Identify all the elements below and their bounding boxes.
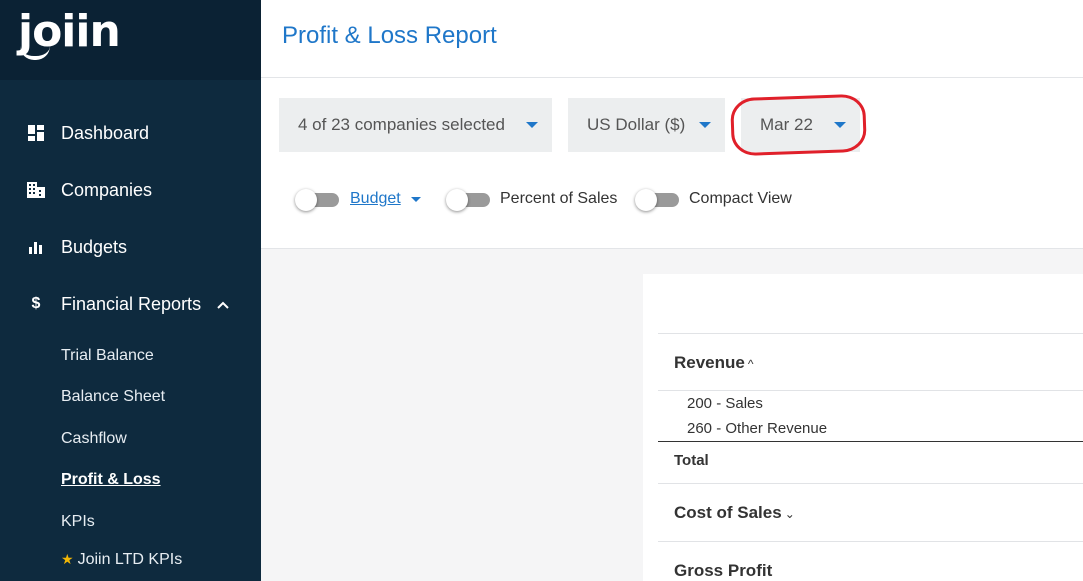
toggle-knob	[635, 189, 657, 211]
caret-down-icon	[699, 122, 711, 128]
period-select-value: Mar 22	[760, 115, 813, 134]
period-select[interactable]: Mar 22	[741, 98, 860, 152]
sidebar-subitem-trial-balance[interactable]: Trial Balance	[61, 347, 154, 365]
account-row: 260 - Other Revenue	[687, 420, 828, 437]
divider	[658, 333, 1083, 334]
logo-swoosh	[20, 46, 50, 60]
sidebar: joiin Dashboard Companies Budgets $ Fina…	[0, 0, 261, 581]
sidebar-subitem-label: Joiin LTD KPIs	[77, 551, 183, 568]
page-header: Profit & Loss Report	[261, 0, 1083, 78]
sidebar-item-budgets[interactable]: Budgets	[0, 227, 261, 267]
companies-select-value: 4 of 23 companies selected	[298, 115, 505, 134]
compact-view-label: Compact View	[689, 190, 792, 207]
account-row: 200 - Sales	[687, 395, 763, 412]
caret-down-icon	[526, 122, 538, 128]
section-title-cost-of-sales: Cost of Sales	[674, 503, 782, 522]
sidebar-subitem-kpis[interactable]: KPIs	[61, 513, 95, 531]
sidebar-item-label: Financial Reports	[61, 293, 202, 314]
companies-select[interactable]: 4 of 23 companies selected	[279, 98, 552, 152]
bar-chart-icon	[27, 238, 45, 256]
total-divider	[658, 441, 1083, 442]
divider	[658, 483, 1083, 484]
budget-toggle[interactable]	[295, 189, 339, 211]
cost-of-sales-section-toggle[interactable]: Cost of Sales ⌄	[674, 503, 795, 523]
sidebar-item-label: Dashboard	[61, 122, 150, 143]
revenue-total-label: Total	[674, 452, 709, 469]
report-card: Revenue ^ 200 - Sales 260 - Other Revenue…	[643, 274, 1083, 581]
section-title-gross-profit: Gross Profit	[674, 561, 773, 580]
toggle-knob	[446, 189, 468, 211]
sidebar-item-label: Companies	[61, 179, 153, 200]
sidebar-item-financial-reports[interactable]: $ Financial Reports	[0, 284, 261, 324]
toggle-knob	[295, 189, 317, 211]
revenue-section-toggle[interactable]: Revenue ^	[674, 353, 754, 373]
logo-area: joiin	[0, 0, 261, 80]
star-icon: ★	[61, 551, 74, 567]
dollar-icon: $	[31, 295, 41, 312]
caret-down-icon[interactable]	[411, 197, 421, 202]
chevron-up-icon	[217, 296, 229, 312]
divider	[658, 541, 1083, 542]
dashboard-icon	[27, 124, 45, 142]
sidebar-item-companies[interactable]: Companies	[0, 170, 261, 210]
compact-view-toggle[interactable]	[635, 189, 679, 211]
page-title: Profit & Loss Report	[282, 22, 497, 49]
sidebar-subitem-cashflow[interactable]: Cashflow	[61, 430, 127, 448]
sidebar-item-dashboard[interactable]: Dashboard	[0, 113, 261, 153]
divider	[658, 390, 1083, 391]
filters-panel: 4 of 23 companies selected US Dollar ($)…	[261, 78, 1083, 249]
chevron-up-icon: ^	[747, 357, 754, 371]
building-icon	[27, 181, 45, 199]
sidebar-subitem-balance-sheet[interactable]: Balance Sheet	[61, 388, 165, 406]
percent-of-sales-label: Percent of Sales	[500, 190, 618, 207]
currency-select-value: US Dollar ($)	[587, 115, 686, 134]
sidebar-item-label: Budgets	[61, 236, 128, 257]
section-title-revenue: Revenue	[674, 353, 745, 372]
sidebar-subitem-joiin-ltd-kpis[interactable]: ★ Joiin LTD KPIs	[61, 551, 182, 569]
percent-of-sales-toggle[interactable]	[446, 189, 490, 211]
currency-select[interactable]: US Dollar ($)	[568, 98, 725, 152]
chevron-down-icon: ⌄	[784, 507, 795, 521]
sidebar-subitem-profit-loss[interactable]: Profit & Loss	[61, 471, 161, 489]
caret-down-icon	[834, 122, 846, 128]
budget-dropdown-link[interactable]: Budget	[350, 190, 401, 208]
